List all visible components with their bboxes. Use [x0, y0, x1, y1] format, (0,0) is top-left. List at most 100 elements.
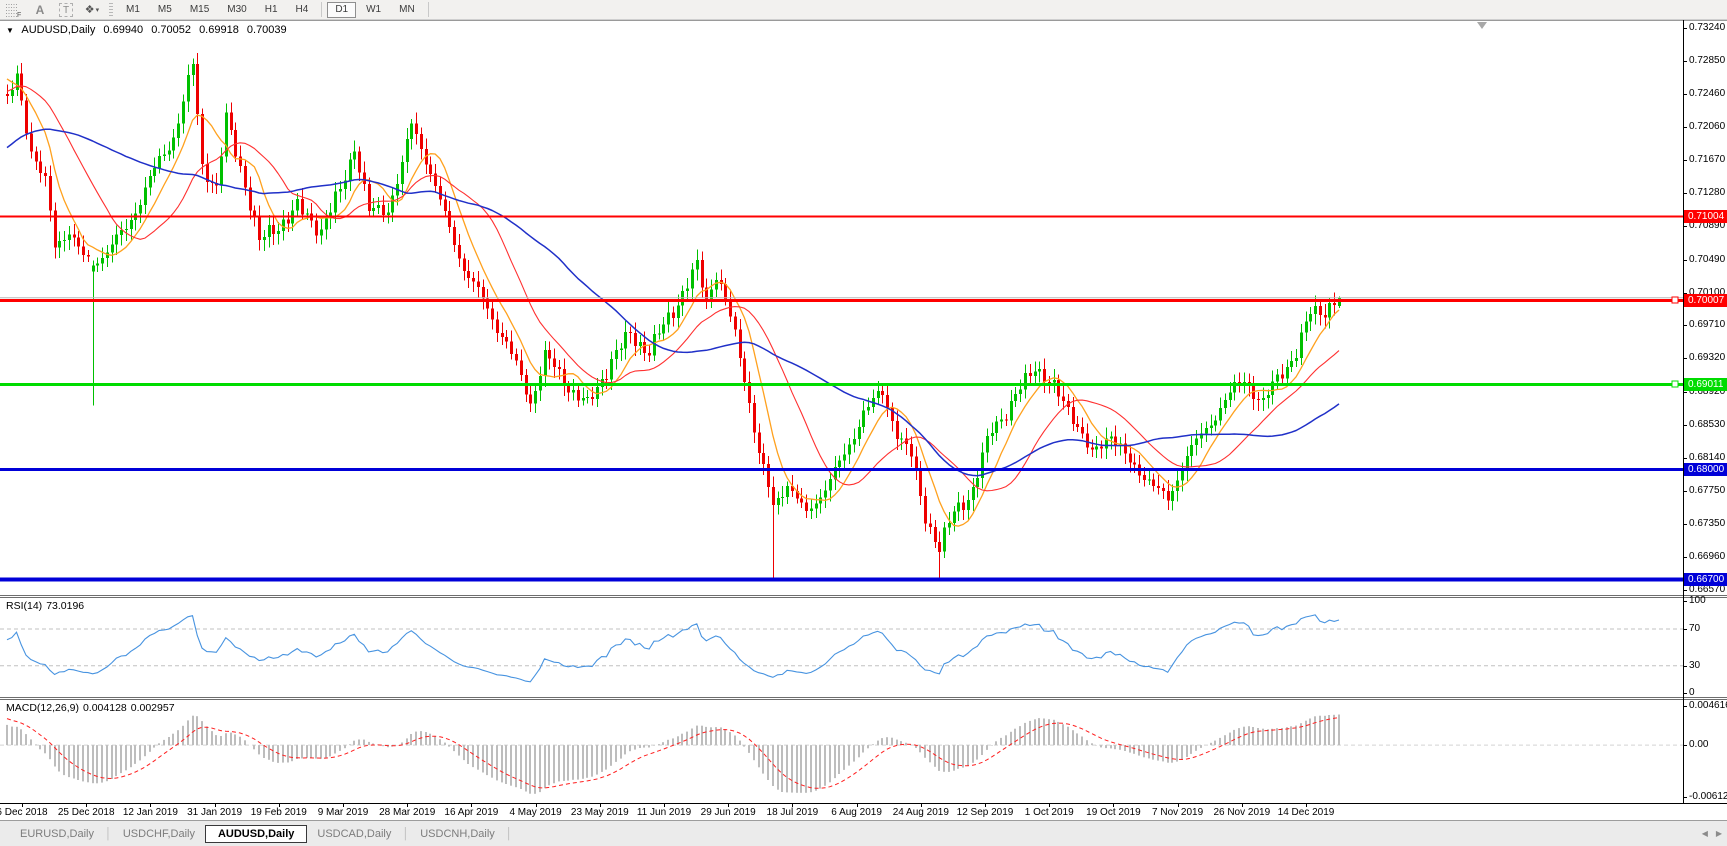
price-axis-label: 0.68140 [1689, 451, 1726, 463]
price-axis-label: 0.70490 [1689, 253, 1726, 265]
date-axis-label: 16 Apr 2019 [444, 807, 499, 818]
price-axis-label: 0.73240 [1689, 22, 1726, 33]
chart-title-bar: ▼ AUDUSD,Daily 0.69940 0.70052 0.69918 0… [6, 24, 292, 36]
top-toolbar: F A T ❖ ▾ M1 M5 M15 M30 H1 H4 D1 W1 MN [0, 0, 1727, 20]
macd-signal-value: 0.002957 [130, 702, 175, 714]
rsi-value: 73.0196 [46, 600, 85, 612]
date-axis-label: 12 Sep 2019 [956, 807, 1014, 818]
date-axis-label: 28 Mar 2019 [379, 807, 436, 818]
tab-separator: │ [505, 827, 513, 840]
toolbar-drag-handle[interactable] [109, 2, 113, 17]
date-axis-label: 12 Jan 2019 [122, 807, 178, 818]
timeframe-button-mn[interactable]: MN [391, 2, 423, 18]
macd-axis-label: 0.00 [1689, 739, 1709, 751]
hline-price-badge: 0.71004 [1684, 209, 1727, 223]
macd-axis-label: 0.004616 [1689, 700, 1727, 711]
date-axis-label: 9 Mar 2019 [317, 807, 369, 818]
macd-name: MACD(12,26,9) [6, 702, 79, 714]
tab-separator: │ [402, 827, 410, 840]
price-axis-label: 0.67350 [1689, 518, 1726, 530]
ohlc-open-value: 0.69940 [103, 24, 144, 36]
date-axis-label: 14 Dec 2019 [1277, 807, 1335, 818]
price-axis-label: 0.71280 [1689, 187, 1726, 199]
tab-scroll-right-icon[interactable]: ▶ [1716, 829, 1722, 838]
date-axis-label: 25 Dec 2018 [57, 807, 115, 818]
rsi-indicator-label: RSI(14) 73.0196 [6, 600, 88, 612]
date-axis-label: 19 Feb 2019 [250, 807, 307, 818]
macd-axis-label: -0.006126 [1689, 791, 1727, 802]
text-tool-icon[interactable]: A [29, 1, 51, 18]
tab-eurusd[interactable]: EURUSD,Daily [10, 825, 104, 843]
date-axis-label: 1 Oct 2019 [1024, 807, 1074, 818]
tab-usdcnh[interactable]: USDCNH,Daily [410, 825, 505, 843]
hline-price-badge: 0.69011 [1684, 377, 1727, 391]
timeframe-button-m5[interactable]: M5 [150, 2, 180, 18]
price-axis-label: 0.67750 [1689, 484, 1726, 496]
date-axis-label: 24 Aug 2019 [892, 807, 949, 818]
tab-usdcad[interactable]: USDCAD,Daily [307, 825, 401, 843]
timeframe-button-w1[interactable]: W1 [358, 2, 389, 18]
timeframe-button-h4[interactable]: H4 [288, 2, 317, 18]
price-axis-label: 0.68530 [1689, 418, 1726, 430]
hline-handle [1671, 380, 1679, 388]
tab-usdchf[interactable]: USDCHF,Daily [113, 825, 205, 843]
hline-handle [1671, 296, 1679, 304]
macd-main-value: 0.004128 [82, 702, 127, 714]
tab-separator: │ [104, 827, 112, 840]
rsi-name: RSI(14) [6, 600, 43, 612]
fibonacci-tool-icon[interactable]: F [3, 1, 25, 18]
ohlc-high-value: 0.70052 [151, 24, 191, 36]
date-axis-label: 4 May 2019 [509, 807, 562, 818]
date-axis-label: 7 Nov 2019 [1152, 807, 1204, 818]
label-tool-icon[interactable]: T [55, 1, 77, 18]
timeframe-button-m1[interactable]: M1 [118, 2, 148, 18]
macd-histogram [6, 714, 1340, 794]
rsi-axis-label: 30 [1689, 659, 1701, 671]
svg-text:F: F [17, 12, 21, 18]
date-axis-label: 18 Jul 2019 [766, 807, 819, 818]
price-axis-label: 0.66960 [1689, 551, 1726, 563]
tab-scroll-arrows: ◀ ▶ [1702, 829, 1722, 838]
timeframe-button-m15[interactable]: M15 [182, 2, 217, 18]
ohlc-close-value: 0.70039 [246, 24, 287, 36]
timeframe-button-d1[interactable]: D1 [327, 1, 357, 18]
rsi-axis-label: 100 [1689, 595, 1706, 607]
timeframe-button-h1[interactable]: H1 [257, 2, 286, 18]
price-axis-label: 0.72460 [1689, 87, 1726, 99]
toolbar-separator [427, 2, 429, 17]
hline-price-badge: 0.66700 [1684, 572, 1727, 586]
rsi-axis-label: 0 [1689, 687, 1695, 699]
price-axis-label: 0.72060 [1689, 121, 1726, 133]
date-axis-label: 6 Dec 2018 [0, 807, 48, 818]
date-axis-label: 19 Oct 2019 [1086, 807, 1141, 818]
candles-bull [11, 58, 1341, 558]
price-axis-label: 0.72850 [1689, 54, 1726, 66]
chart-shift-marker [1477, 22, 1487, 29]
date-axis-label: 31 Jan 2019 [187, 807, 243, 818]
rsi-axis-label: 70 [1689, 623, 1701, 634]
ohlc-low-value: 0.69918 [199, 24, 239, 36]
price-axis-label: 0.71670 [1689, 154, 1726, 166]
toolbar-separator [321, 2, 323, 17]
date-axis-label: 23 May 2019 [570, 807, 629, 818]
macd-indicator-label: MACD(12,26,9) 0.004128 0.002957 [6, 702, 179, 714]
price-axis-label: 0.69320 [1689, 352, 1726, 364]
hline-price-badge: 0.70007 [1684, 293, 1727, 307]
rsi-line [6, 614, 1340, 683]
tab-audusd[interactable]: AUDUSD,Daily [204, 824, 308, 843]
hline-price-badge: 0.68000 [1684, 462, 1727, 476]
tab-scroll-left-icon[interactable]: ◀ [1702, 829, 1708, 838]
chart-canvas[interactable] [0, 0, 1727, 846]
date-axis-label: 6 Aug 2019 [831, 807, 882, 818]
timeframe-button-m30[interactable]: M30 [219, 2, 254, 18]
price-axis-label: 0.66570 [1689, 583, 1726, 595]
styles-tool-icon[interactable]: ❖ ▾ [81, 1, 103, 18]
chart-menu-arrow-icon[interactable]: ▼ [6, 26, 14, 35]
price-axis-label: 0.69710 [1689, 319, 1726, 331]
date-axis-label: 11 Jun 2019 [636, 807, 692, 818]
date-axis-label: 26 Nov 2019 [1213, 807, 1271, 818]
date-axis-label: 29 Jun 2019 [700, 807, 756, 818]
chart-symbol-period: AUDUSD,Daily [21, 24, 96, 36]
ma-medium-line [6, 85, 1340, 492]
chart-tab-bar: EURUSD,Daily │ USDCHF,Daily AUDUSD,Daily USD… [0, 820, 1727, 846]
